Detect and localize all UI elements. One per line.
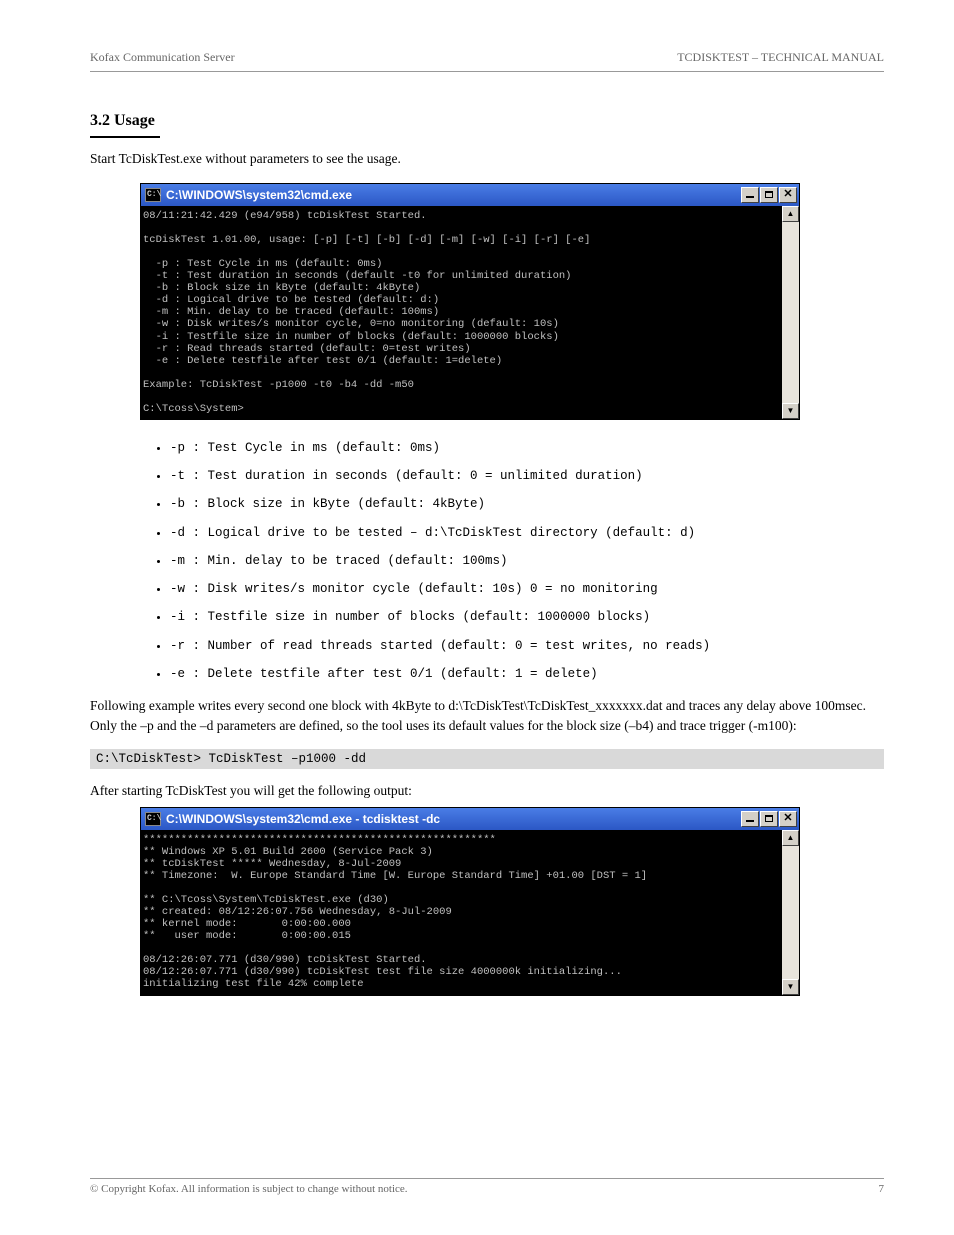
page-footer: © Copyright Kofax. All information is su… bbox=[90, 1178, 884, 1195]
cmd-title-text: C:\WINDOWS\system32\cmd.exe - tcdisktest… bbox=[166, 812, 741, 826]
maximize-button[interactable] bbox=[760, 811, 778, 827]
list-item: -w : Disk writes/s monitor cycle (defaul… bbox=[170, 581, 884, 597]
list-item: -i : Testfile size in number of blocks (… bbox=[170, 609, 884, 625]
parameter-list: -p : Test Cycle in ms (default: 0ms) -t … bbox=[170, 440, 884, 682]
list-item: -p : Test Cycle in ms (default: 0ms) bbox=[170, 440, 884, 456]
scroll-up-icon[interactable]: ▲ bbox=[782, 206, 799, 222]
cmd-icon: C:\ bbox=[145, 812, 161, 826]
cmd-output: ****************************************… bbox=[141, 830, 782, 995]
footer-left: © Copyright Kofax. All information is su… bbox=[90, 1183, 408, 1195]
page-header: Kofax Communication Server TCDISKTEST – … bbox=[90, 50, 884, 72]
figure-caption: After starting TcDiskTest you will get t… bbox=[90, 783, 884, 799]
scroll-down-icon[interactable]: ▼ bbox=[782, 403, 799, 419]
list-item: -b : Block size in kByte (default: 4kByt… bbox=[170, 496, 884, 512]
cmd-output: 08/11:21:42.429 (e94/958) tcDiskTest Sta… bbox=[141, 206, 782, 419]
scroll-track[interactable] bbox=[782, 846, 799, 979]
close-button[interactable]: ✕ bbox=[779, 187, 797, 203]
cmd-titlebar: C:\ C:\WINDOWS\system32\cmd.exe - tcdisk… bbox=[141, 808, 799, 830]
scroll-track[interactable] bbox=[782, 222, 799, 403]
example-caption: Following example writes every second on… bbox=[90, 696, 884, 737]
list-item: -m : Min. delay to be traced (default: 1… bbox=[170, 553, 884, 569]
header-left: Kofax Communication Server bbox=[90, 50, 235, 65]
minimize-button[interactable] bbox=[741, 811, 759, 827]
cmd-window-usage: C:\ C:\WINDOWS\system32\cmd.exe ✕ 08/11:… bbox=[140, 183, 800, 420]
close-button[interactable]: ✕ bbox=[779, 811, 797, 827]
scroll-up-icon[interactable]: ▲ bbox=[782, 830, 799, 846]
header-right: TCDISKTEST – TECHNICAL MANUAL bbox=[677, 50, 884, 65]
scrollbar[interactable]: ▲ ▼ bbox=[782, 830, 799, 995]
section-title: 3.2 Usage bbox=[90, 112, 884, 130]
cmd-titlebar: C:\ C:\WINDOWS\system32\cmd.exe ✕ bbox=[141, 184, 799, 206]
minimize-button[interactable] bbox=[741, 187, 759, 203]
cmd-window-output: C:\ C:\WINDOWS\system32\cmd.exe - tcdisk… bbox=[140, 807, 800, 996]
list-item: -r : Number of read threads started (def… bbox=[170, 638, 884, 654]
intro-text: Start TcDiskTest.exe without parameters … bbox=[90, 150, 884, 169]
scrollbar[interactable]: ▲ ▼ bbox=[782, 206, 799, 419]
title-underline bbox=[90, 136, 160, 138]
list-item: -e : Delete testfile after test 0/1 (def… bbox=[170, 666, 884, 682]
window-buttons: ✕ bbox=[741, 811, 797, 827]
list-item: -t : Test duration in seconds (default: … bbox=[170, 468, 884, 484]
window-buttons: ✕ bbox=[741, 187, 797, 203]
scroll-down-icon[interactable]: ▼ bbox=[782, 979, 799, 995]
cmd-icon: C:\ bbox=[145, 188, 161, 202]
footer-page-number: 7 bbox=[879, 1183, 885, 1195]
list-item: -d : Logical drive to be tested – d:\TcD… bbox=[170, 525, 884, 541]
cmd-title-text: C:\WINDOWS\system32\cmd.exe bbox=[166, 188, 741, 202]
maximize-button[interactable] bbox=[760, 187, 778, 203]
code-example: C:\TcDiskTest> TcDiskTest –p1000 -dd bbox=[90, 749, 884, 769]
